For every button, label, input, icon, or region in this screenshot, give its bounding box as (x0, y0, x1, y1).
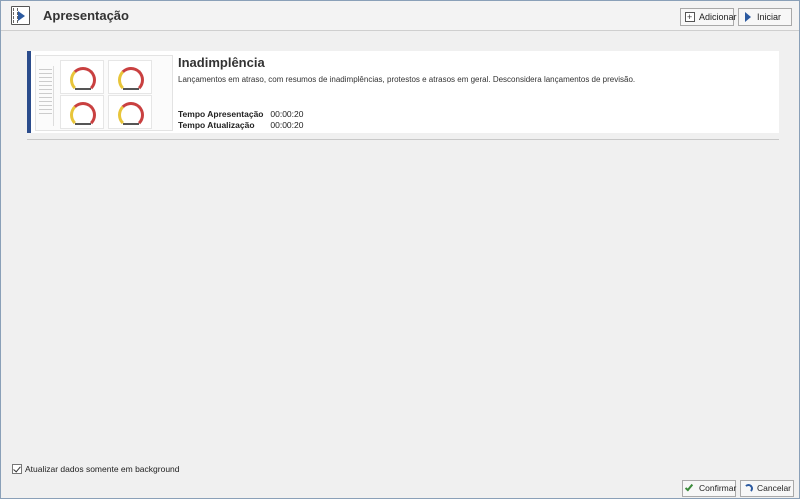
gauge-chart (108, 60, 152, 94)
undo-icon (744, 484, 753, 493)
metric-value: 00:00:20 (270, 120, 304, 130)
gauge-chart (108, 95, 152, 129)
checkbox-checked-icon[interactable] (12, 464, 22, 474)
cancel-button-label: Cancelar (757, 483, 792, 493)
metric-presentation-time: Tempo Apresentação 00:00:20 (178, 109, 303, 119)
presentation-window: Apresentação Adicionar Iniciar Inadimplê… (0, 0, 800, 499)
metric-label: Tempo Atualização (178, 120, 255, 130)
add-button-label: Adicionar (699, 12, 737, 22)
add-icon (685, 9, 695, 25)
start-button[interactable]: Iniciar (738, 8, 792, 26)
film-play-icon (11, 6, 30, 25)
metric-value: 00:00:20 (270, 109, 304, 119)
metric-update-time: Tempo Atualização 00:00:20 (178, 120, 303, 130)
dashboard-thumbnail (35, 55, 173, 131)
confirm-button-label: Confirmar (699, 483, 737, 493)
metric-label: Tempo Apresentação (178, 109, 264, 119)
gauge-chart (60, 95, 104, 129)
header-bar: Apresentação Adicionar Iniciar (1, 1, 799, 31)
list-divider (27, 139, 779, 140)
background-update-checkbox[interactable]: Atualizar dados somente em background (12, 464, 180, 475)
cancel-button[interactable]: Cancelar (740, 480, 794, 497)
start-button-label: Iniciar (757, 12, 782, 22)
check-icon (684, 482, 694, 492)
presentation-card[interactable]: Inadimplência Lançamentos em atraso, com… (27, 51, 779, 133)
play-icon (745, 12, 751, 22)
thumbnail-sidebar (38, 66, 54, 126)
page-title: Apresentação (43, 8, 129, 23)
presentation-description: Lançamentos em atraso, com resumos de in… (178, 75, 636, 84)
add-button[interactable]: Adicionar (680, 8, 737, 26)
background-update-label: Atualizar dados somente em background (25, 464, 180, 474)
presentation-title: Inadimplência (178, 55, 265, 70)
confirm-button[interactable]: Confirmar (682, 480, 736, 497)
gauge-chart (60, 60, 104, 94)
